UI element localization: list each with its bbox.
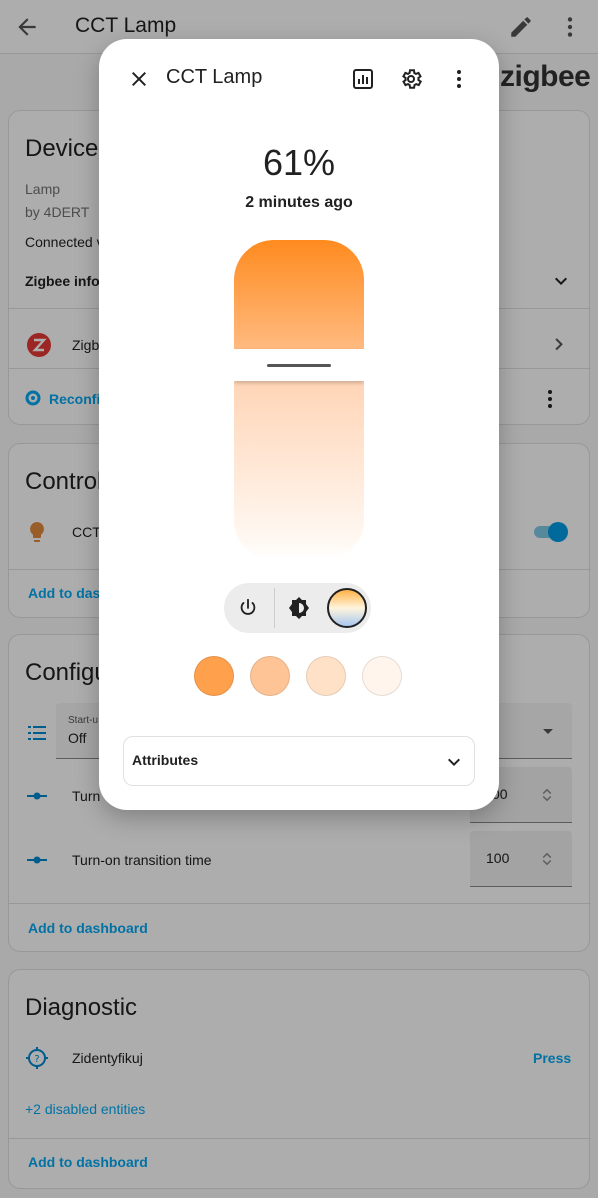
more-vert-icon — [457, 70, 461, 88]
power-toggle-button[interactable] — [228, 588, 268, 628]
brightness-icon — [289, 597, 309, 619]
attributes-expander[interactable]: Attributes — [123, 736, 475, 786]
settings-button[interactable] — [391, 59, 431, 99]
attributes-label: Attributes — [132, 752, 199, 768]
chart-box-icon — [353, 69, 373, 89]
slider-track — [234, 365, 364, 560]
favorite-color-1[interactable] — [194, 656, 234, 696]
gear-icon — [402, 69, 423, 89]
last-changed: 2 minutes ago — [245, 194, 353, 211]
slider-handle-bar — [267, 364, 331, 367]
color-temp-mode-button[interactable] — [327, 588, 367, 628]
slider-fill — [234, 240, 364, 365]
favorite-color-3[interactable] — [306, 656, 346, 696]
close-button[interactable] — [119, 59, 159, 99]
more-info-dialog: CCT Lamp 61% 2 minutes ago Attributes — [99, 39, 499, 810]
power-icon — [240, 598, 256, 615]
control-mode-group — [224, 583, 371, 633]
history-button[interactable] — [343, 59, 383, 99]
brightness-slider[interactable] — [234, 240, 364, 560]
brightness-mode-button[interactable] — [279, 588, 319, 628]
mode-separator — [274, 588, 275, 628]
brightness-value: 61% — [262, 142, 336, 183]
chevron-down-icon — [448, 758, 460, 766]
dialog-title: CCT Lamp — [166, 66, 263, 88]
close-icon — [132, 72, 146, 86]
color-temp-icon — [347, 608, 348, 609]
favorite-color-2[interactable] — [250, 656, 290, 696]
favorite-colors — [194, 656, 404, 696]
dialog-more-button[interactable] — [439, 59, 479, 99]
slider-handle[interactable] — [234, 349, 364, 381]
favorite-color-4[interactable] — [362, 656, 402, 696]
